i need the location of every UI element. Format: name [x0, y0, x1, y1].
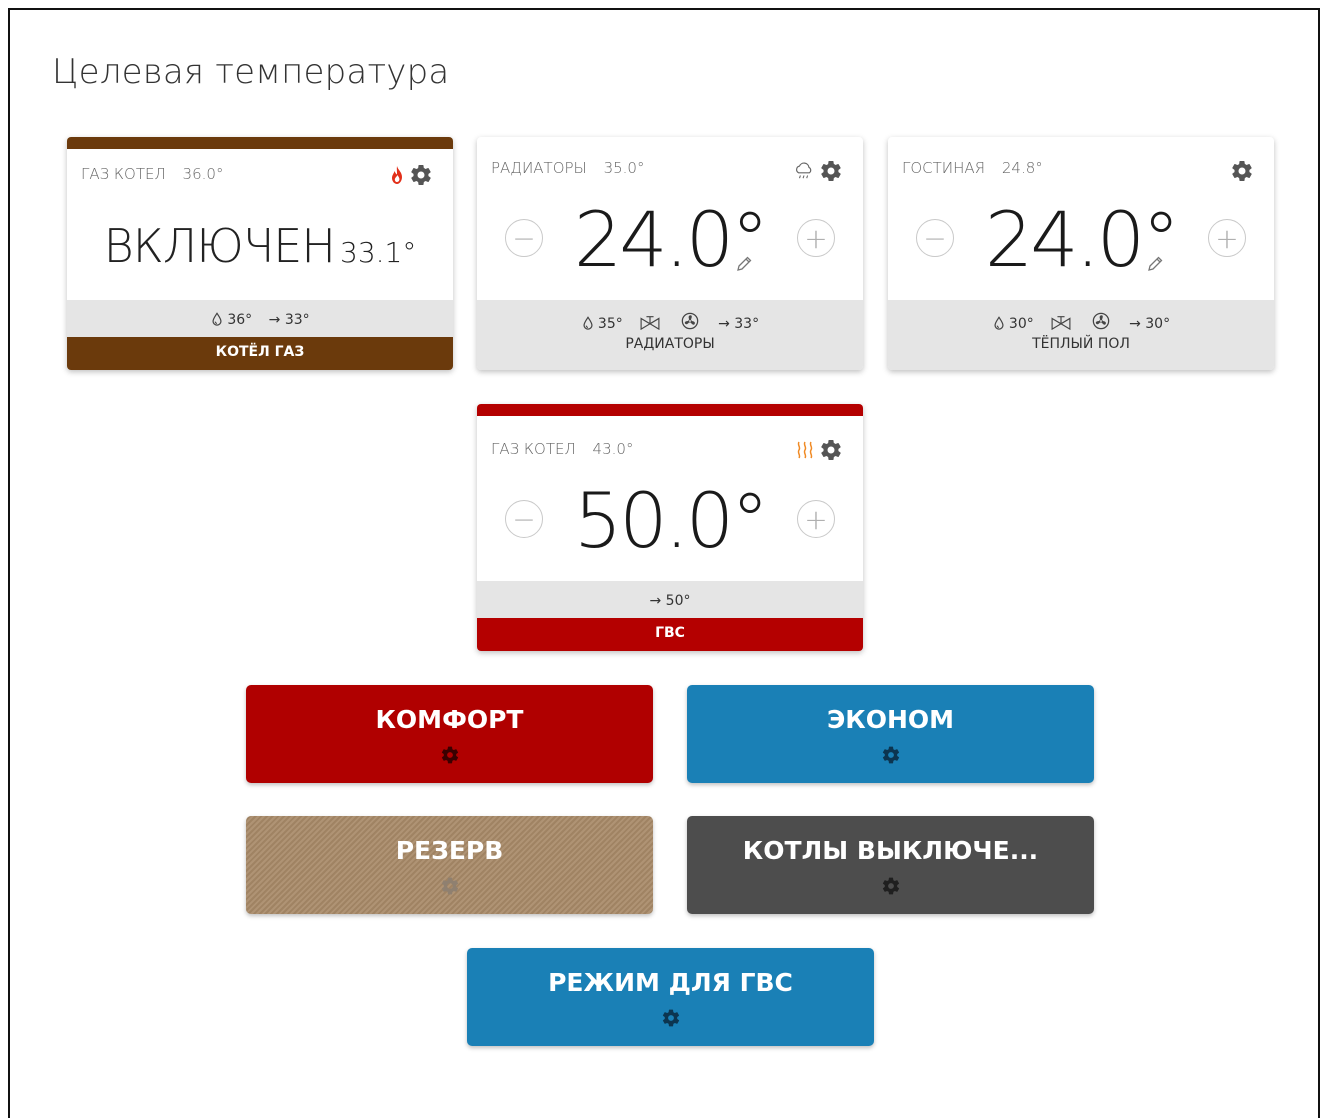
drop-icon [992, 316, 1006, 330]
boiler-status-text: ВКЛЮЧЕН [103, 219, 336, 273]
gear-icon[interactable] [819, 159, 843, 183]
footer-info: 36° → 33° [67, 312, 453, 328]
card-footer: 35° → 33° РАДИАТОРЫ [477, 300, 863, 370]
mode-dhw-button[interactable]: РЕЖИМ ДЛЯ ГВС [467, 948, 874, 1046]
supply-temp-value: 35° [597, 316, 623, 332]
card-header: ГОСТИНАЯ 24.8° [902, 159, 1260, 189]
increase-button[interactable]: + [797, 500, 835, 538]
card-label: РАДИАТОРЫ [625, 336, 715, 352]
mode-boilers-off-button[interactable]: КОТЛЫ ВЫКЛЮЧЕ... [687, 816, 1094, 914]
fan-icon [1092, 312, 1110, 330]
setpoint-control: − 50.0° + [477, 474, 863, 565]
drop-icon [210, 312, 224, 326]
gear-icon[interactable] [661, 1008, 681, 1028]
boiler-status-temp: 33.1° [340, 236, 417, 269]
drop-icon [581, 316, 595, 330]
valve-status [1050, 316, 1075, 332]
card-current-temp: 43.0° [592, 440, 634, 458]
living-card[interactable]: ГОСТИНАЯ 24.8° − 24.0° + 30° → 30° ТЁПЛЫ… [888, 137, 1274, 370]
radiators-card[interactable]: РАДИАТОРЫ 35.0° − 24.0° + 35° → 33° РАДИ… [477, 137, 863, 370]
card-icons [1230, 159, 1254, 183]
card-name: ГАЗ КОТЕЛ [491, 440, 576, 458]
card-name: РАДИАТОРЫ [491, 159, 587, 177]
supply-temp: 30° [992, 316, 1034, 332]
card-name: ГАЗ КОТЕЛ [81, 165, 166, 183]
supply-temp-value: 30° [1008, 316, 1034, 332]
card-label-band: КОТЁЛ ГАЗ [67, 337, 453, 370]
gear-icon[interactable] [819, 438, 843, 462]
valve-icon [1050, 314, 1072, 330]
card-footer: → 50° ГВС [477, 581, 863, 651]
gear-icon[interactable] [440, 876, 460, 896]
footer-info: 35° → 33° [477, 312, 863, 332]
return-temp: → 33° [718, 316, 760, 332]
setpoint-value[interactable]: 50.0° [553, 476, 787, 565]
mode-reserve-button[interactable]: РЕЗЕРВ [246, 816, 653, 914]
gear-icon[interactable] [881, 876, 901, 896]
card-current-temp: 24.8° [1001, 159, 1043, 177]
increase-button[interactable]: + [797, 219, 835, 257]
mode-label: РЕЗЕРВ [395, 836, 504, 865]
card-icons [795, 438, 843, 462]
boiler-status: ВКЛЮЧЕН 33.1° [67, 219, 453, 273]
decrease-button[interactable]: − [505, 500, 543, 538]
gear-icon[interactable] [440, 745, 460, 765]
return-temp: → 50° [649, 593, 691, 609]
card-label-band: ГВС [477, 618, 863, 651]
pencil-icon[interactable] [735, 255, 753, 273]
valve-icon [639, 314, 661, 330]
card-name: ГОСТИНАЯ [902, 159, 986, 177]
footer-info: → 50° [477, 593, 863, 609]
weather-cloud-icon [793, 162, 815, 180]
mode-label: РЕЖИМ ДЛЯ ГВС [548, 968, 793, 997]
card-label: ТЁПЛЫЙ ПОЛ [1032, 336, 1130, 352]
setpoint-control: − 24.0° + [888, 193, 1274, 284]
flame-icon [389, 165, 405, 185]
mode-label: КОТЛЫ ВЫКЛЮЧЕ... [742, 836, 1039, 865]
mode-label: КОМФОРТ [375, 705, 524, 734]
fan-icon [681, 312, 699, 330]
mode-label: ЭКОНОМ [826, 705, 955, 734]
gear-icon[interactable] [1230, 159, 1254, 183]
mode-econom-button[interactable]: ЭКОНОМ [687, 685, 1094, 783]
card-footer: 36° → 33° КОТЁЛ ГАЗ [67, 300, 453, 370]
supply-temp: 35° [581, 316, 623, 332]
pump-status [681, 316, 702, 332]
dhw-card[interactable]: ГАЗ КОТЕЛ 43.0° − 50.0° + → 50° ГВС [477, 404, 863, 651]
card-icons [793, 159, 843, 183]
setpoint-control: − 24.0° + [477, 193, 863, 284]
heat-waves-icon [795, 440, 815, 460]
decrease-button[interactable]: − [505, 219, 543, 257]
footer-info: 30° → 30° [888, 312, 1274, 332]
mode-comfort-button[interactable]: КОМФОРТ [246, 685, 653, 783]
supply-temp: 36° [210, 312, 252, 328]
increase-button[interactable]: + [1208, 219, 1246, 257]
card-label: ГВС [655, 625, 685, 641]
pump-status [1092, 316, 1113, 332]
valve-status [639, 316, 664, 332]
card-label: КОТЁЛ ГАЗ [215, 344, 305, 360]
card-icons [389, 163, 433, 187]
return-temp: → 33° [268, 312, 310, 328]
gear-icon[interactable] [409, 163, 433, 187]
card-footer: 30° → 30° ТЁПЛЫЙ ПОЛ [888, 300, 1274, 370]
decrease-button[interactable]: − [916, 219, 954, 257]
return-temp: → 30° [1129, 316, 1171, 332]
card-current-temp: 35.0° [603, 159, 645, 177]
card-header: ГАЗ КОТЕЛ 36.0° [81, 165, 439, 195]
page-title: Целевая температура [52, 52, 450, 92]
gear-icon[interactable] [881, 745, 901, 765]
card-current-temp: 36.0° [182, 165, 224, 183]
boiler-card[interactable]: ГАЗ КОТЕЛ 36.0° ВКЛЮЧЕН 33.1° 36° → 33° … [67, 137, 453, 370]
supply-temp-value: 36° [227, 312, 253, 328]
pencil-icon[interactable] [1146, 255, 1164, 273]
